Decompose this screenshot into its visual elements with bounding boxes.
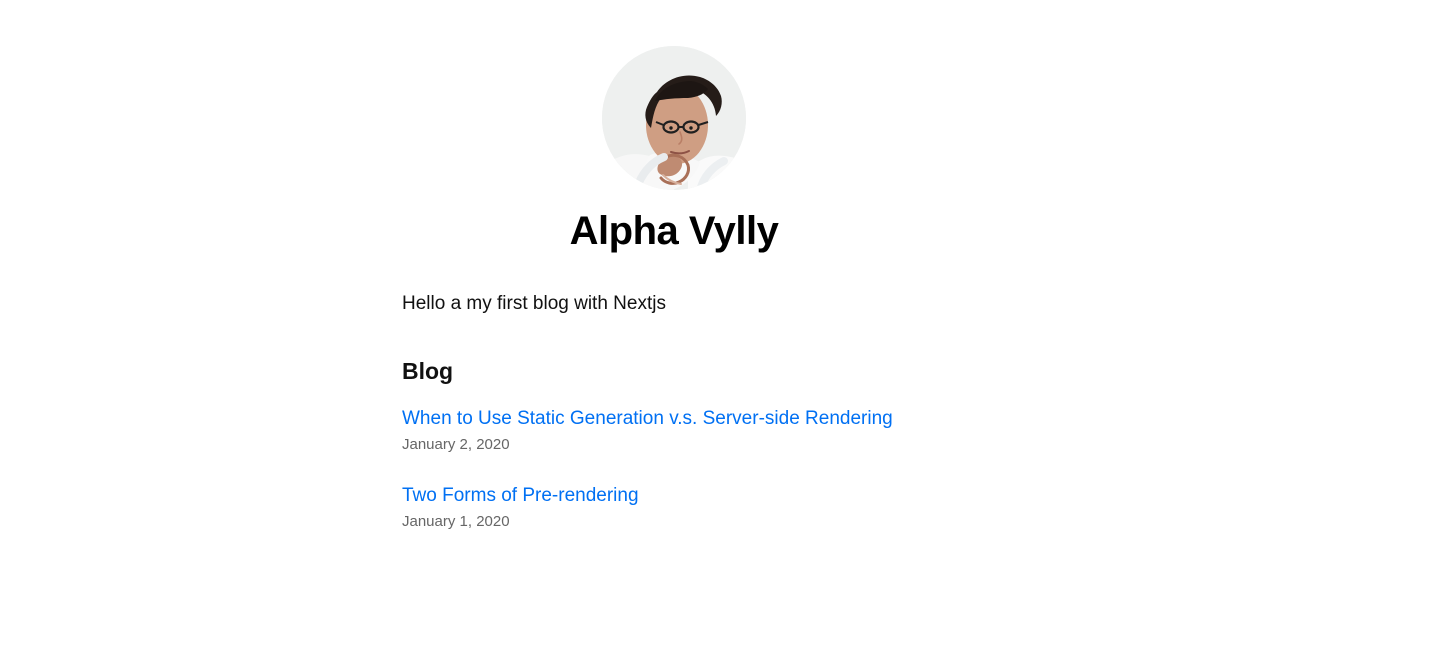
profile-photo [602,46,746,190]
post-item: When to Use Static Generation v.s. Serve… [402,405,1042,482]
post-link-pre-rendering[interactable]: Two Forms of Pre-rendering [402,482,639,510]
intro-text: Hello a my first blog with Nextjs [402,293,666,314]
profile-avatar[interactable] [602,46,746,190]
post-link-static-generation[interactable]: When to Use Static Generation v.s. Serve… [402,405,893,433]
post-item: Two Forms of Pre-rendering January 1, 20… [402,482,1042,559]
post-date: January 1, 2020 [402,513,510,530]
blog-heading: Blog [402,358,454,384]
site-header: Alpha Vylly [0,0,1434,270]
post-date: January 2, 2020 [402,436,510,453]
post-list: When to Use Static Generation v.s. Serve… [402,405,1042,559]
site-title: Alpha Vylly [569,209,779,253]
page: Alpha Vylly Hello a my first blog with N… [0,0,1434,656]
